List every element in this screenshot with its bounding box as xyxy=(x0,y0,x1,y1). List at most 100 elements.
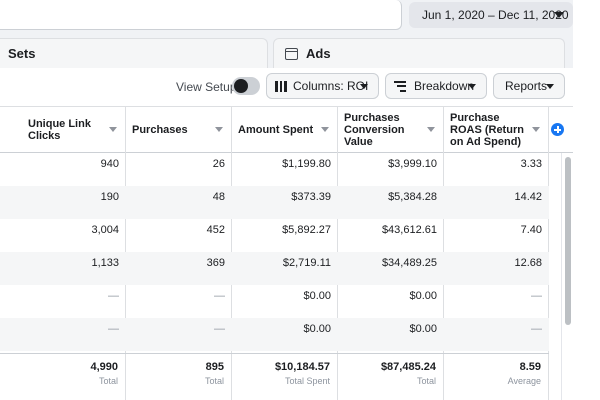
column-header-amount-spent[interactable]: Amount Spent xyxy=(232,107,338,153)
chevron-down-icon xyxy=(468,84,476,89)
cell-amount-spent: $1,199.80 xyxy=(282,158,331,170)
cell-unique-link-clicks: — xyxy=(108,323,119,335)
table-row[interactable]: 1,133 369 $2,719.11 $34,489.25 12.68 xyxy=(0,252,549,285)
breakdown-icon xyxy=(394,80,406,92)
columns-button[interactable]: Columns: ROI xyxy=(266,73,379,99)
vertical-scrollbar[interactable] xyxy=(561,153,573,400)
scrollbar-thumb[interactable] xyxy=(565,157,571,325)
total-label: Average xyxy=(507,376,541,386)
cell-purchases: — xyxy=(214,290,225,302)
cell-unique-link-clicks: 3,004 xyxy=(91,224,119,236)
sort-caret-icon xyxy=(321,127,329,132)
total-label: Total Spent xyxy=(284,376,330,386)
cell-amount-spent: $5,892.27 xyxy=(282,224,331,236)
cell-roas: 14.42 xyxy=(514,191,542,203)
performance-table: Unique Link Clicks Purchases Amount Spen… xyxy=(0,106,573,400)
cell-unique-link-clicks: 190 xyxy=(100,191,119,203)
cell-purchases: 26 xyxy=(212,158,225,170)
chevron-down-icon xyxy=(360,84,368,89)
total-label: Total xyxy=(98,376,118,386)
chevron-down-icon xyxy=(554,12,564,18)
cell-unique-link-clicks: 1,133 xyxy=(91,257,119,269)
column-header-label: Amount Spent xyxy=(238,124,314,136)
cell-amount-spent: $0.00 xyxy=(303,290,331,302)
cell-roas: — xyxy=(531,323,542,335)
cell-roas: 12.68 xyxy=(514,257,542,269)
cell-conversion-value: $3,999.10 xyxy=(388,158,437,170)
column-header-unique-link-clicks[interactable]: Unique Link Clicks xyxy=(22,107,126,153)
cell-purchases: 452 xyxy=(206,224,225,236)
date-range-picker[interactable]: Jun 1, 2020 – Dec 11, 2020 xyxy=(409,2,573,28)
cell-roas: 7.40 xyxy=(520,224,542,236)
table-row[interactable]: — — $0.00 $0.00 — xyxy=(0,285,549,318)
add-column-icon[interactable] xyxy=(551,123,564,136)
total-label: Total xyxy=(416,376,436,386)
cell-conversion-value: $34,489.25 xyxy=(381,257,437,269)
ad-window-icon xyxy=(285,47,298,60)
chevron-down-icon xyxy=(546,84,554,89)
column-header-purchase-roas[interactable]: Purchase ROAS (Return on Ad Spend) xyxy=(444,107,549,153)
column-header-purchases[interactable]: Purchases xyxy=(126,107,232,153)
view-setup-label: View Setup xyxy=(176,80,237,94)
tab-ad-sets[interactable]: Sets xyxy=(0,38,268,68)
cell-amount-spent: $0.00 xyxy=(303,323,331,335)
column-header-label: Unique Link Clicks xyxy=(28,118,91,142)
cell-purchases: — xyxy=(214,323,225,335)
cell-unique-link-clicks: 940 xyxy=(100,158,119,170)
total-value: 8.59 xyxy=(519,361,541,373)
toggle-knob xyxy=(234,79,248,93)
column-header-label: Purchase ROAS (Return on Ad Spend) xyxy=(450,112,524,148)
ads-manager-frame: Jun 1, 2020 – Dec 11, 2020 Sets Ads View… xyxy=(0,0,600,400)
tab-ads-label: Ads xyxy=(306,46,331,61)
total-conversion-value: $87,485.24 Total xyxy=(338,354,444,400)
totals-row: 4,990 Total 895 Total $10,184.57 Total S… xyxy=(0,353,549,400)
cell-roas: 3.33 xyxy=(520,158,542,170)
cell-amount-spent: $373.39 xyxy=(291,191,331,203)
reports-button[interactable]: Reports xyxy=(493,73,565,99)
total-value: 895 xyxy=(205,361,224,373)
table-row[interactable]: 3,004 452 $5,892.27 $43,612.61 7.40 xyxy=(0,219,549,252)
tab-ad-sets-label: Sets xyxy=(8,46,36,61)
breakdown-button[interactable]: Breakdown xyxy=(385,73,487,99)
table-row[interactable]: 190 48 $373.39 $5,384.28 14.42 xyxy=(0,186,549,219)
table-row[interactable]: 940 26 $1,199.80 $3,999.10 3.33 xyxy=(0,153,549,186)
top-bar: Jun 1, 2020 – Dec 11, 2020 xyxy=(0,0,573,36)
tab-ads[interactable]: Ads xyxy=(273,38,565,68)
table-row[interactable]: — — $0.00 $0.00 — xyxy=(0,318,549,351)
column-header-purchases-conversion-value[interactable]: Purchases Conversion Value xyxy=(338,107,444,153)
total-unique-link-clicks: 4,990 Total xyxy=(22,354,126,400)
total-purchases: 895 Total xyxy=(126,354,232,400)
total-value: $10,184.57 xyxy=(274,361,330,373)
cell-conversion-value: $0.00 xyxy=(409,323,437,335)
page-margin xyxy=(573,0,600,400)
cell-roas: — xyxy=(531,290,542,302)
columns-button-label: Columns: ROI xyxy=(293,79,369,93)
level-tabs: Sets Ads xyxy=(0,36,573,68)
sort-caret-icon xyxy=(532,127,540,132)
sort-caret-icon xyxy=(215,127,223,132)
total-label: Total xyxy=(204,376,224,386)
cell-purchases: 369 xyxy=(206,257,225,269)
total-amount-spent: $10,184.57 Total Spent xyxy=(232,354,338,400)
table-toolbar: View Setup Columns: ROI Breakdown Report… xyxy=(0,68,573,106)
column-header-label: Purchases Conversion Value xyxy=(344,112,405,148)
view-setup-toggle[interactable] xyxy=(232,77,260,95)
cell-purchases: 48 xyxy=(212,191,225,203)
columns-icon xyxy=(275,80,288,92)
table-header-row: Unique Link Clicks Purchases Amount Spen… xyxy=(0,107,573,153)
sort-caret-icon xyxy=(109,127,117,132)
column-header-label: Purchases xyxy=(132,124,188,136)
cell-conversion-value: $5,384.28 xyxy=(388,191,437,203)
total-value: $87,485.24 xyxy=(380,361,436,373)
search-filter-box[interactable] xyxy=(0,0,402,30)
sort-caret-icon xyxy=(427,127,435,132)
breakdown-button-label: Breakdown xyxy=(414,79,475,93)
reports-button-label: Reports xyxy=(505,79,548,93)
cell-amount-spent: $2,719.11 xyxy=(282,257,331,269)
cell-unique-link-clicks: — xyxy=(108,290,119,302)
cell-conversion-value: $0.00 xyxy=(409,290,437,302)
date-range-label: Jun 1, 2020 – Dec 11, 2020 xyxy=(422,8,569,22)
cell-conversion-value: $43,612.61 xyxy=(381,224,437,236)
total-roas: 8.59 Average xyxy=(444,354,549,400)
total-value: 4,990 xyxy=(90,361,118,373)
